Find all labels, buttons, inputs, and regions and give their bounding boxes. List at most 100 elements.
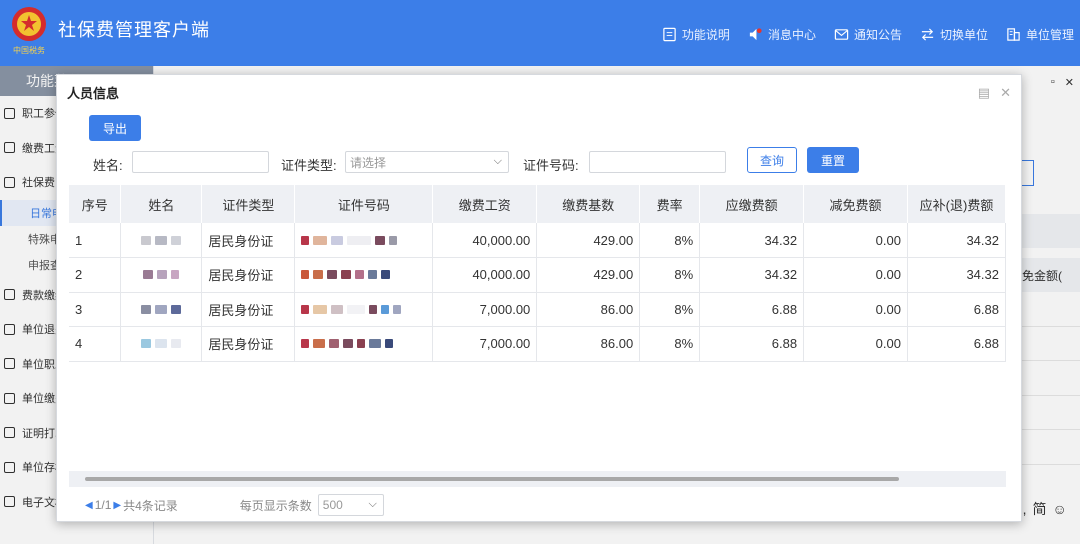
cell-wage: 40,000.00 (432, 223, 538, 258)
cell-idtype: 居民身份证 (201, 223, 296, 258)
cell-no: 1 (69, 223, 122, 258)
mail-icon (834, 29, 849, 40)
cell-rate: 8% (639, 257, 701, 293)
chevron-down-icon: ⌵ (368, 498, 377, 510)
next-page-icon[interactable]: ▶ (113, 500, 121, 511)
col-rate: 费率 (639, 185, 701, 223)
filter-row: 姓名: 证件类型: 请选择 ⌵ 证件号码: (57, 151, 1021, 175)
doc-icon (663, 27, 676, 42)
record-count: 共4条记录 (123, 498, 178, 513)
cell-due: 6.88 (699, 292, 805, 327)
nav-notices[interactable]: 通知公告 (834, 26, 902, 43)
cell-relief: 0.00 (803, 223, 908, 258)
cell-idnum-redacted (294, 292, 434, 327)
staff-table: 序号 姓名 证件类型 证件号码 缴费工资 缴费基数 费率 应缴费额 减免费额 应… (69, 185, 1006, 362)
staff-table-wrapper: 序号 姓名 证件类型 证件号码 缴费工资 缴费基数 费率 应缴费额 减免费额 应… (69, 185, 1006, 485)
cell-wage: 7,000.00 (432, 326, 538, 362)
dialog-controls: ▤ ✕ (978, 85, 1011, 101)
cell-relief: 0.00 (803, 257, 908, 293)
staff-info-dialog: 人员信息 ▤ ✕ 导出 姓名: 证件类型: 请选择 ⌵ 证件号码: 查询 重置 … (56, 74, 1022, 522)
cell-no: 3 (69, 292, 122, 327)
table-row[interactable]: 2 居民身份证 40,000.00 429.00 8% 34.32 0.00 3… (69, 257, 1006, 293)
close-icon[interactable]: ✕ (1000, 85, 1011, 101)
cell-diff: 34.32 (907, 257, 1006, 293)
col-idnum: 证件号码 (294, 185, 434, 223)
cell-idnum-redacted (294, 257, 434, 293)
col-wage: 缴费工资 (432, 185, 538, 223)
cell-diff: 6.88 (907, 292, 1006, 327)
nav-switch-unit-label: 切换单位 (939, 28, 988, 42)
table-row[interactable]: 1 居民身份证 40,000.00 429.00 8% 34.32 0.00 3… (69, 223, 1006, 258)
cell-wage: 40,000.00 (432, 257, 538, 293)
tax-emblem-icon: 中国税务 (12, 7, 46, 55)
pagination: ◀ 1/1 ▶ 共4条记录 每页显示条数 500 ⌵ (83, 493, 384, 517)
export-button[interactable]: 导出 (89, 115, 141, 141)
nav-unit-manage-label: 单位管理 (1025, 28, 1074, 42)
table-header-row: 序号 姓名 证件类型 证件号码 缴费工资 缴费基数 费率 应缴费额 减免费额 应… (69, 185, 1006, 223)
horizontal-scrollbar[interactable] (85, 477, 899, 481)
col-idtype: 证件类型 (201, 185, 296, 223)
chevron-down-icon: ⌵ (493, 155, 502, 167)
nav-help[interactable]: 功能说明 (662, 26, 730, 43)
speaker-icon (749, 28, 762, 41)
cell-base: 429.00 (536, 257, 641, 293)
nav-messages[interactable]: 消息中心 (748, 26, 816, 43)
cell-relief: 0.00 (803, 326, 908, 362)
cell-wage: 7,000.00 (432, 292, 538, 327)
cell-idtype: 居民身份证 (201, 257, 296, 293)
dialog-title: 人员信息 (67, 86, 120, 101)
page-indicator: 1/1 (94, 498, 112, 512)
switch-icon (921, 28, 934, 41)
table-row[interactable]: 3 居民身份证 7,000.00 86.00 8% 6.88 0.00 6.88 (69, 292, 1006, 327)
idtype-label: 证件类型: (281, 158, 337, 173)
cell-relief: 0.00 (803, 292, 908, 327)
query-button[interactable]: 查询 (747, 147, 797, 173)
nav-messages-label: 消息中心 (767, 28, 816, 42)
cell-diff: 6.88 (907, 326, 1006, 362)
top-nav: 功能说明 消息中心 通知公告 切换单位 单位管理 (662, 26, 1074, 43)
cell-diff: 34.32 (907, 223, 1006, 258)
prev-page-icon[interactable]: ◀ (85, 500, 93, 511)
cell-no: 2 (69, 257, 122, 293)
cell-base: 86.00 (536, 292, 641, 327)
page-size-select[interactable]: 500 ⌵ (317, 494, 384, 516)
cell-idtype: 居民身份证 (201, 292, 296, 327)
cell-no: 4 (69, 326, 122, 362)
col-name: 姓名 (120, 185, 203, 223)
app-title: 社保费管理客户端 (58, 20, 210, 40)
cell-name-redacted (120, 292, 203, 327)
nav-switch-unit[interactable]: 切换单位 (920, 26, 988, 43)
nav-notices-label: 通知公告 (853, 28, 902, 42)
table-row[interactable]: 4 居民身份证 7,000.00 86.00 8% 6.88 0.00 6.88 (69, 326, 1006, 362)
cell-name-redacted (120, 257, 203, 293)
col-relief: 减免费额 (803, 185, 908, 223)
col-no: 序号 (69, 185, 122, 223)
col-due: 应缴费额 (699, 185, 805, 223)
top-bar: 中国税务 社保费管理客户端 功能说明 消息中心 通知公告 切换单位 单位管理 (0, 0, 1080, 66)
cell-idnum-redacted (294, 326, 434, 362)
cell-due: 34.32 (699, 223, 805, 258)
name-input[interactable] (132, 151, 269, 173)
svg-text:中国税务: 中国税务 (13, 45, 45, 55)
cell-idnum-redacted (294, 223, 434, 258)
name-label: 姓名: (93, 158, 123, 173)
cell-base: 86.00 (536, 326, 641, 362)
col-base: 缴费基数 (536, 185, 641, 223)
reset-button[interactable]: 重置 (807, 147, 859, 173)
idnum-label: 证件号码: (523, 158, 579, 173)
cell-rate: 8% (639, 223, 701, 258)
nav-unit-manage[interactable]: 单位管理 (1006, 26, 1074, 43)
cell-due: 34.32 (699, 257, 805, 293)
nav-help-label: 功能说明 (681, 28, 730, 42)
col-diff: 应补(退)费额 (907, 185, 1006, 223)
cell-idtype: 居民身份证 (201, 326, 296, 362)
cell-rate: 8% (639, 292, 701, 327)
idtype-select[interactable]: 请选择 ⌵ (345, 151, 509, 173)
cell-name-redacted (120, 326, 203, 362)
cell-name-redacted (120, 223, 203, 258)
cell-base: 429.00 (536, 223, 641, 258)
page-size-label: 每页显示条数 (239, 498, 312, 513)
maximize-icon[interactable]: ▤ (978, 85, 990, 101)
idnum-input[interactable] (589, 151, 726, 173)
cell-rate: 8% (639, 326, 701, 362)
